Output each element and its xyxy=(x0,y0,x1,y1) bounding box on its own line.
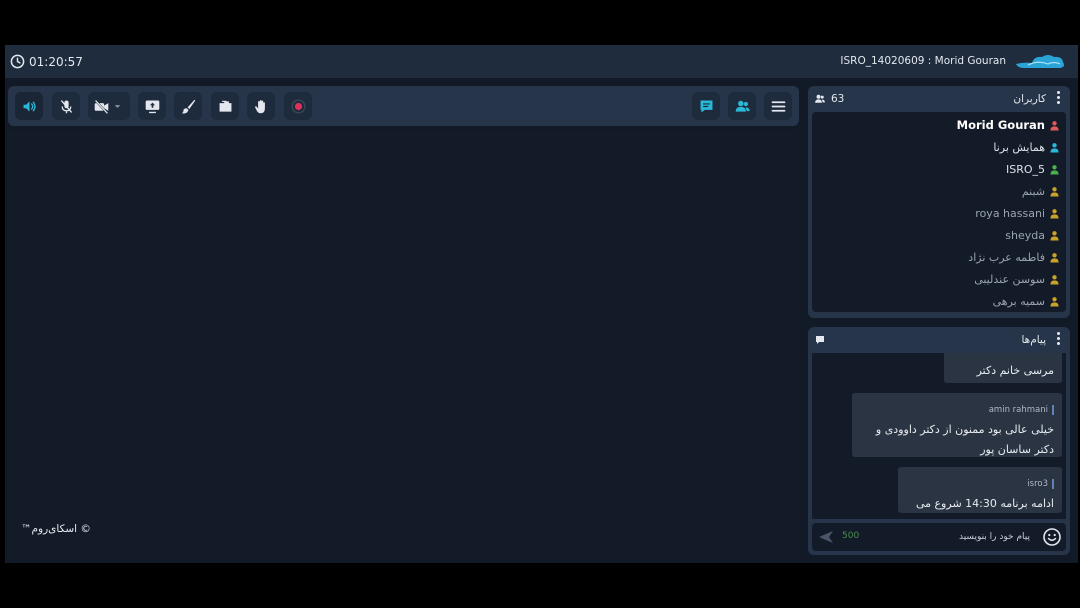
files-button[interactable] xyxy=(211,92,239,120)
user-name: sheyda xyxy=(1005,228,1045,242)
chat-toggle-icon xyxy=(700,100,712,112)
message-text: مرسی خانم دکتر xyxy=(976,364,1054,377)
screen-share-icon xyxy=(145,100,159,113)
brand-label: © اسکای‌روم™ xyxy=(21,523,91,535)
user-icon xyxy=(1050,296,1059,307)
char-counter: 500 xyxy=(842,531,860,541)
user-list[interactable]: Morid Gouran همایش برنا ISRO_5 شبنم roya has… xyxy=(812,112,1066,312)
user-name: شبنم xyxy=(1021,184,1045,198)
menu-button[interactable] xyxy=(764,92,792,120)
user-list-item[interactable]: Morid Gouran xyxy=(957,116,1060,134)
record-button[interactable] xyxy=(284,92,312,120)
user-icon xyxy=(1050,208,1059,219)
session-clock: 01:20:57 xyxy=(10,54,83,69)
users-toggle-icon xyxy=(735,100,750,112)
clock-icon xyxy=(10,54,25,69)
user-name: فاطمه عرب نژاد xyxy=(968,250,1045,264)
messages-options-icon[interactable] xyxy=(1057,332,1061,346)
users-toggle-button[interactable] xyxy=(728,92,756,120)
users-panel-header: 63 کاربران xyxy=(808,86,1070,112)
message-sender: amin rahmani xyxy=(989,405,1054,415)
brush-icon xyxy=(181,99,195,114)
session-title: ISRO_14020609 : Morid Gouran xyxy=(840,55,1006,67)
message-item: مرسی خانم دکتر xyxy=(944,353,1062,383)
whiteboard-button[interactable] xyxy=(174,92,202,120)
speaker-icon xyxy=(23,100,36,112)
user-name: سمیه برهی xyxy=(992,294,1045,308)
camera-off-icon xyxy=(94,99,109,114)
user-name: ISRO_5 xyxy=(1005,162,1045,176)
messages-panel-header: پیام‌ها xyxy=(808,327,1070,353)
message-text: خیلی عالی بود ممنون از دکتر داوودی و دکت… xyxy=(875,423,1054,456)
menu-icon xyxy=(771,100,785,112)
send-icon[interactable] xyxy=(818,530,834,544)
user-icon xyxy=(1050,142,1059,153)
message-list[interactable]: مرسی خانم دکتر amin rahmani خیلی عالی بو… xyxy=(812,353,1066,519)
user-list-item[interactable]: roya hassani xyxy=(975,204,1060,222)
skyroom-logo-icon xyxy=(1016,55,1064,68)
camera-button[interactable] xyxy=(88,92,130,120)
users-panel: 63 کاربران Morid Gouran همایش برنا ISRO_5 ش… xyxy=(808,86,1070,318)
user-list-item[interactable]: فاطمه عرب نژاد xyxy=(968,248,1060,266)
user-list-item[interactable]: sheyda xyxy=(1005,226,1060,244)
user-name: همایش برنا xyxy=(993,140,1045,154)
message-item: isro3 ادامه برنامه 14:30 شروع می شود. xyxy=(898,467,1062,519)
toolbar xyxy=(8,86,799,126)
emoji-icon[interactable] xyxy=(1042,527,1062,547)
app-window: 01:20:57 ISRO_14020609 : Morid Gouran © … xyxy=(5,45,1078,563)
chevron-down-icon xyxy=(114,104,121,108)
message-icon xyxy=(816,336,824,344)
top-bar: 01:20:57 ISRO_14020609 : Morid Gouran xyxy=(5,45,1078,78)
microphone-button[interactable] xyxy=(52,92,80,120)
message-item: amin rahmani خیلی عالی بود ممنون از دکتر… xyxy=(852,393,1062,457)
message-text: ادامه برنامه 14:30 شروع می شود. xyxy=(915,497,1054,519)
users-panel-title: کاربران xyxy=(1013,93,1046,105)
message-composer: 500 xyxy=(812,523,1066,551)
record-icon xyxy=(290,98,306,114)
user-list-item[interactable]: ISRO_5 xyxy=(1006,160,1060,178)
chat-toggle-button[interactable] xyxy=(692,92,720,120)
mic-off-icon xyxy=(60,99,72,113)
user-icon xyxy=(1050,120,1059,131)
user-count: 63 xyxy=(814,93,844,105)
folder-icon xyxy=(219,100,231,112)
user-name: Morid Gouran xyxy=(956,118,1045,132)
raise-hand-icon xyxy=(254,99,265,113)
main-stage: © اسکای‌روم™ xyxy=(8,131,799,559)
message-sender: isro3 xyxy=(1027,479,1054,489)
user-list-item[interactable]: شبنم xyxy=(1022,182,1060,200)
raise-hand-button[interactable] xyxy=(247,92,275,120)
user-count-value: 63 xyxy=(831,93,845,105)
user-icon xyxy=(1050,252,1059,263)
user-icon xyxy=(1050,186,1059,197)
user-list-item[interactable]: سوسن عندلیبی xyxy=(974,270,1060,288)
user-icon xyxy=(1050,230,1059,241)
users-options-icon[interactable] xyxy=(1057,91,1061,105)
speaker-button[interactable] xyxy=(15,92,43,120)
user-icon xyxy=(1050,274,1059,285)
clock-time: 01:20:57 xyxy=(29,54,83,69)
user-list-item[interactable]: سمیه برهی xyxy=(993,292,1060,310)
share-screen-button[interactable] xyxy=(138,92,166,120)
user-icon xyxy=(1050,164,1059,175)
user-name: سوسن عندلیبی xyxy=(974,272,1045,286)
users-icon xyxy=(815,94,825,103)
messages-panel: پیام‌ها مرسی خانم دکتر amin rahmani خیلی… xyxy=(808,327,1070,555)
messages-panel-title: پیام‌ها xyxy=(1021,334,1046,346)
user-name: roya hassani xyxy=(975,206,1045,220)
user-list-item[interactable]: همایش برنا xyxy=(993,138,1060,156)
message-input[interactable] xyxy=(870,527,1030,547)
